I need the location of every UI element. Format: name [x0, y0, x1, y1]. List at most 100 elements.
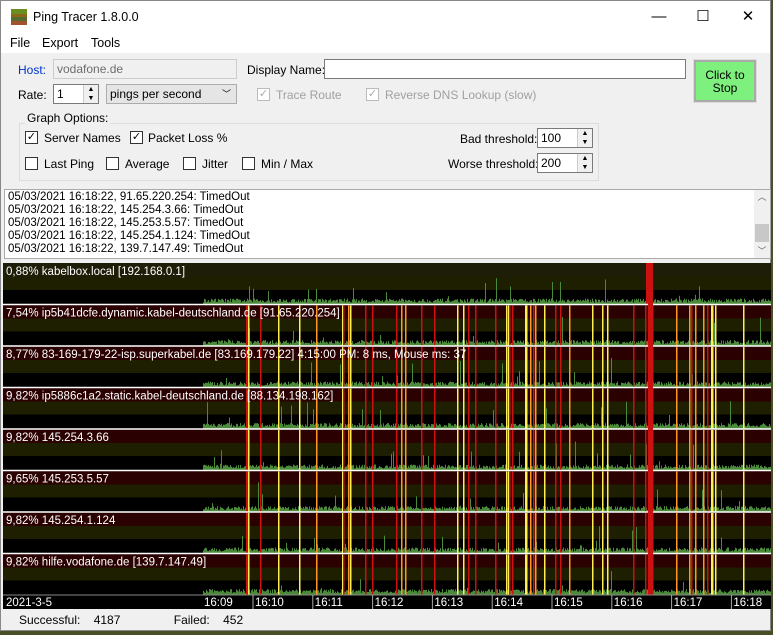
scroll-up-icon[interactable]: ︿ — [754, 190, 770, 203]
ping-bar — [203, 590, 204, 595]
bad-threshold-spinner[interactable]: ▲ ▼ — [577, 129, 592, 147]
menu-tools[interactable]: Tools — [91, 36, 120, 50]
ping-bar — [244, 590, 245, 595]
menu-export[interactable]: Export — [42, 36, 78, 50]
timeout-line — [343, 305, 345, 346]
stop-button[interactable]: Click to Stop — [693, 59, 757, 103]
jitter-checkbox[interactable] — [183, 157, 196, 170]
log-scrollbar[interactable]: ︿ ﹀ — [754, 190, 770, 258]
ping-bar — [659, 381, 660, 388]
ping-bar — [675, 506, 676, 512]
ping-bar — [282, 423, 283, 429]
ping-bar — [331, 340, 332, 346]
timeout-line — [703, 347, 705, 388]
worse-threshold-input[interactable]: 200 ▲ ▼ — [537, 153, 593, 173]
timeout-line — [506, 305, 508, 346]
ping-bar — [298, 506, 299, 512]
event-log[interactable]: 05/03/2021 16:18:22, 91.65.220.254: Time… — [4, 189, 771, 259]
ping-bar — [606, 340, 607, 346]
ping-bar — [497, 589, 498, 595]
ping-bar — [749, 506, 750, 512]
ping-bar — [252, 382, 253, 388]
ping-bar — [440, 381, 441, 388]
ping-bar — [588, 299, 589, 305]
bad-threshold-input[interactable]: 100 ▲ ▼ — [537, 128, 593, 148]
minimize-button[interactable]: — — [637, 5, 681, 29]
ping-bar — [580, 382, 581, 388]
graph-band — [3, 318, 771, 332]
rate-unit-select[interactable]: pings per second ﹀ — [106, 84, 237, 104]
ping-bar — [605, 423, 606, 429]
ping-bar — [617, 506, 618, 512]
timeout-line — [592, 430, 594, 471]
ping-bar — [567, 506, 568, 512]
graph-band — [3, 526, 771, 539]
close-button[interactable]: ✕ — [726, 5, 770, 29]
ping-bar — [282, 590, 283, 595]
worse-threshold-spinner[interactable]: ▲ ▼ — [577, 154, 592, 172]
rate-spinner[interactable]: ▲ ▼ — [83, 85, 98, 103]
ping-bar — [719, 465, 720, 471]
timeout-line — [607, 513, 609, 554]
ping-bar — [249, 286, 250, 305]
timeout-line — [569, 471, 571, 512]
timeout-line — [689, 513, 691, 554]
timeout-line — [396, 305, 398, 346]
ping-bar — [205, 299, 206, 305]
menu-file[interactable]: File — [10, 36, 30, 50]
ping-bar — [731, 590, 732, 595]
last-ping-checkbox[interactable] — [25, 157, 38, 170]
ping-bar — [218, 298, 219, 305]
rate-input[interactable]: 1 ▲ ▼ — [53, 84, 99, 104]
scroll-down-icon[interactable]: ﹀ — [754, 244, 770, 257]
ping-bar — [552, 381, 553, 388]
ping-bar — [409, 548, 410, 554]
display-name-input[interactable] — [324, 59, 686, 79]
ping-graph[interactable]: 0,88% kabelbox.local [192.168.0.1]7,54% … — [3, 263, 771, 609]
ping-bar — [221, 299, 222, 305]
ping-bar — [308, 382, 309, 388]
ping-bar — [241, 591, 242, 595]
trace-route-checkbox[interactable]: ✓ — [257, 88, 270, 101]
ping-bar — [258, 423, 259, 429]
timeout-line — [278, 430, 280, 471]
timeout-line — [421, 305, 423, 346]
min-max-checkbox[interactable] — [242, 157, 255, 170]
host-input[interactable]: vodafone.de — [53, 59, 237, 79]
ping-bar — [323, 590, 324, 595]
ping-bar — [356, 299, 357, 305]
ping-bar — [297, 590, 298, 595]
ping-bar — [523, 589, 524, 595]
ping-bar — [256, 464, 257, 471]
ping-bar — [257, 299, 258, 305]
average-checkbox[interactable] — [106, 157, 119, 170]
ping-bar — [662, 590, 663, 595]
title-bar: Ping Tracer 1.8.0.0 — ☐ ✕ — [1, 1, 770, 33]
ping-bar — [229, 340, 230, 346]
scrollbar-thumb[interactable] — [755, 224, 769, 242]
ping-bar — [250, 465, 251, 471]
ping-bar — [450, 381, 451, 388]
packet-loss-checkbox[interactable]: ✓ — [130, 131, 143, 144]
ping-bar — [671, 298, 672, 305]
ping-bar — [429, 548, 430, 554]
ping-bar — [502, 465, 503, 471]
timeout-line — [512, 305, 514, 346]
ping-bar — [291, 591, 292, 595]
ping-bar — [685, 465, 686, 471]
maximize-button[interactable]: ☐ — [681, 5, 725, 29]
reverse-dns-checkbox[interactable]: ✓ — [366, 88, 379, 101]
ping-bar — [641, 465, 642, 471]
ping-bar — [355, 547, 356, 554]
ping-bar — [718, 590, 719, 595]
ping-bar — [735, 506, 736, 512]
server-names-checkbox[interactable]: ✓ — [25, 131, 38, 144]
ping-bar — [357, 591, 358, 595]
ping-bar — [549, 298, 550, 305]
ping-bar — [615, 340, 616, 346]
ping-bar — [546, 298, 547, 305]
ping-bar — [257, 423, 258, 429]
timeout-line — [544, 305, 546, 346]
ping-bar — [466, 591, 467, 595]
ping-bar — [410, 589, 411, 595]
